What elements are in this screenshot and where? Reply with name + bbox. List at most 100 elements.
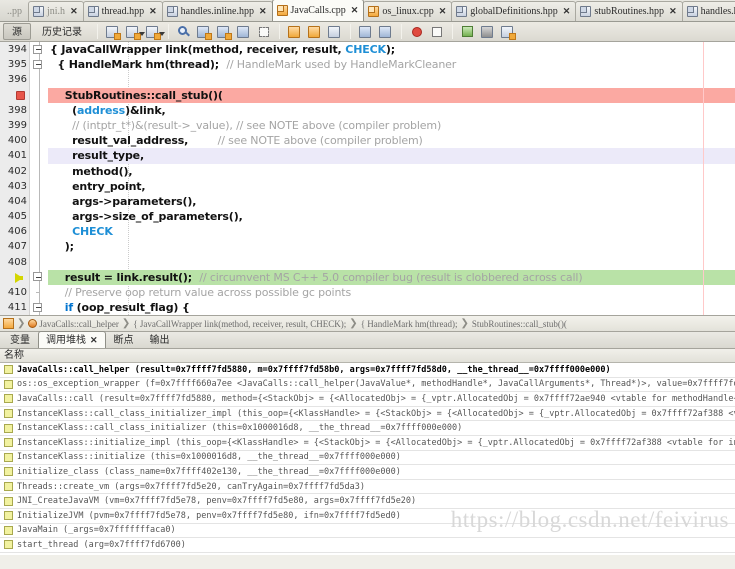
call-stack-row[interactable]: InstanceKlass::initialize (this=0x100001… (0, 451, 735, 466)
close-icon[interactable]: ✕ (259, 6, 267, 17)
editor-tab-os-linux-cpp[interactable]: os_linux.cpp ✕ (363, 1, 453, 21)
editor-tab-javacalls-cpp[interactable]: JavaCalls.cpp ✕ (271, 0, 365, 21)
stop-icon[interactable] (429, 24, 445, 40)
code-line[interactable]: 403 entry_point, (0, 179, 735, 194)
shift-right-icon[interactable] (216, 24, 232, 40)
code-line[interactable]: 394 { JavaCallWrapper link(method, receiv… (0, 42, 735, 57)
toggle-bookmark-icon[interactable] (327, 24, 343, 40)
fold-collapse-icon[interactable] (33, 44, 42, 54)
debugger-tab-输出[interactable]: 输出 (142, 332, 178, 348)
call-stack-row[interactable]: start_thread (arg=0x7ffff7fd6700) (0, 538, 735, 553)
code-line[interactable]: 404 args->parameters(), (0, 194, 735, 209)
breadcrumb[interactable]: ❯ JavaCalls::call_helper ❯{ JavaCallWrappe… (0, 316, 735, 332)
call-stack-row[interactable]: os::os_exception_wrapper (f=0x7ffff660a7… (0, 378, 735, 393)
close-icon[interactable]: ✕ (90, 333, 98, 348)
breadcrumb-item[interactable]: { JavaCallWrapper link(method, receiver,… (133, 319, 346, 329)
close-icon[interactable]: ✕ (669, 6, 677, 17)
code-line[interactable]: 412 thread->set_vm_result((oop) result->… (0, 315, 735, 316)
code-editor[interactable]: 394 { JavaCallWrapper link(method, receiv… (0, 42, 735, 316)
run-file-icon[interactable] (460, 24, 476, 40)
fold-collapse-icon[interactable] (33, 272, 42, 282)
close-icon[interactable]: ✕ (70, 6, 78, 17)
line-number: 408 (7, 256, 27, 268)
find-icon[interactable] (176, 24, 192, 40)
debugger-tab-调用堆栈[interactable]: 调用堆栈 ✕ (38, 331, 106, 348)
call-stack-frame-text: InitializeJVM (pvm=0x7ffff7fd5e78, penv=… (17, 510, 401, 521)
call-stack-row[interactable]: JavaCalls::call (result=0x7ffff7fd5880, … (0, 392, 735, 407)
close-icon[interactable]: ✕ (439, 6, 447, 17)
editor-tab--pp[interactable]: ..pp (2, 1, 29, 21)
code-line[interactable]: StubRoutines::call_stub()( (0, 87, 735, 103)
toggle-breakpoint-icon[interactable] (409, 24, 425, 40)
comment-icon[interactable] (125, 24, 145, 40)
prev-error-icon[interactable] (358, 24, 374, 40)
stack-frame-icon (4, 482, 13, 492)
code-line[interactable]: 408 (0, 255, 735, 270)
call-stack-frame-text: InstanceKlass::call_class_initializer_im… (17, 408, 735, 419)
code-line[interactable]: 407 ); (0, 239, 735, 254)
tab-history[interactable]: 历史记录 (33, 23, 91, 40)
debugger-tab-变量[interactable]: 变量 (2, 332, 38, 348)
code-line[interactable]: 410 // Preserve oop return value across … (0, 285, 735, 300)
call-stack-row[interactable]: initialize_class (class_name=0x7ffff402e… (0, 465, 735, 480)
next-bookmark-icon[interactable] (307, 24, 323, 40)
breadcrumb-item[interactable]: { HandleMark hm(thread); (361, 319, 458, 329)
tab-source[interactable]: 源 (3, 23, 31, 40)
call-stack-row[interactable]: InstanceKlass::call_class_initializer_im… (0, 407, 735, 422)
code-line[interactable]: 401 result_type, (0, 148, 735, 164)
code-line[interactable]: 405 args->size_of_parameters(), (0, 209, 735, 224)
code-text: result_type, (50, 149, 145, 163)
code-line[interactable]: result = link.result(); // circumvent MS… (0, 269, 735, 285)
debugger-tab-断点[interactable]: 断点 (106, 332, 142, 348)
code-line[interactable]: 398 (address)&link, (0, 103, 735, 118)
code-line[interactable]: 396 (0, 72, 735, 87)
code-line[interactable]: 411 if (oop_result_flag) { (0, 300, 735, 315)
next-error-icon[interactable] (378, 24, 394, 40)
call-stack-row[interactable]: InstanceKlass::initialize_impl (this_oop… (0, 436, 735, 451)
call-stack-list[interactable]: JavaCalls::call_helper (result=0x7ffff7f… (0, 363, 735, 555)
fold-collapse-icon[interactable] (33, 59, 42, 69)
code-line[interactable]: 399 // (intptr_t*)&(result->_value), // … (0, 118, 735, 133)
format-icon[interactable] (236, 24, 252, 40)
close-icon[interactable]: ✕ (351, 5, 359, 16)
call-stack-row[interactable]: JNI_CreateJavaVM (vm=0x7ffff7fd5e78, pen… (0, 494, 735, 509)
code-line[interactable]: 400 result_val_address, // see NOTE abov… (0, 133, 735, 148)
close-icon[interactable]: ✕ (149, 6, 157, 17)
profile-file-icon[interactable] (500, 24, 516, 40)
code-line[interactable]: 395 { HandleMark hm(thread); // HandleMa… (0, 57, 735, 72)
code-line[interactable]: 406 CHECK (0, 224, 735, 239)
code-lines[interactable]: 394 { JavaCallWrapper link(method, receiv… (0, 42, 735, 316)
refactor-icon[interactable] (105, 24, 121, 40)
select-block-icon[interactable] (256, 24, 272, 40)
line-highlight (48, 179, 735, 194)
breadcrumb-item[interactable]: JavaCalls::call_helper (39, 319, 118, 329)
call-stack-frame-text: os::os_exception_wrapper (f=0x7ffff660a7… (17, 379, 735, 390)
code-text: { HandleMark hm(thread); // HandleMark u… (50, 58, 457, 72)
call-stack-row[interactable]: InitializeJVM (pvm=0x7ffff7fd5e78, penv=… (0, 509, 735, 524)
editor-tab-jni-h[interactable]: jni.h ✕ (28, 1, 84, 21)
debugger-tab-label: 变量 (10, 334, 30, 346)
stack-frame-icon (4, 525, 13, 535)
uncomment-icon[interactable] (145, 24, 165, 40)
close-icon[interactable]: ✕ (563, 6, 571, 17)
stack-frame-icon (4, 452, 13, 462)
code-text: thread->set_vm_result((oop) result->get_… (50, 315, 384, 316)
debug-file-icon[interactable] (480, 24, 496, 40)
call-stack-row[interactable]: clone () (0, 553, 735, 556)
call-stack-row[interactable]: JavaMain (_args=0x7fffffffaca0) (0, 524, 735, 539)
breadcrumb-item[interactable]: StubRoutines::call_stub()( (472, 319, 567, 329)
editor-tab-stubroutines-hpp[interactable]: stubRoutines.hpp ✕ (575, 1, 683, 21)
breakpoint-icon[interactable] (16, 90, 25, 100)
editor-tab-handles-hpp[interactable]: handles.hpp✕ (681, 1, 735, 21)
call-stack-row[interactable]: Threads::create_vm (args=0x7ffff7fd5e20,… (0, 480, 735, 495)
prev-bookmark-icon[interactable] (287, 24, 303, 40)
fold-collapse-icon[interactable] (33, 302, 42, 312)
call-stack-row[interactable]: JavaCalls::call_helper (result=0x7ffff7f… (0, 363, 735, 378)
code-line[interactable]: 402 method(), (0, 164, 735, 179)
shift-left-icon[interactable] (196, 24, 212, 40)
editor-tab-globaldefinitions-hpp[interactable]: globalDefinitions.hpp ✕ (451, 1, 577, 21)
call-stack-row[interactable]: InstanceKlass::call_class_initializer (t… (0, 421, 735, 436)
editor-tab-handles-inline-hpp[interactable]: handles.inline.hpp ✕ (161, 1, 273, 21)
editor-tab-thread-hpp[interactable]: thread.hpp ✕ (82, 1, 163, 21)
editor-tab-label: handles.hpp (700, 6, 735, 17)
